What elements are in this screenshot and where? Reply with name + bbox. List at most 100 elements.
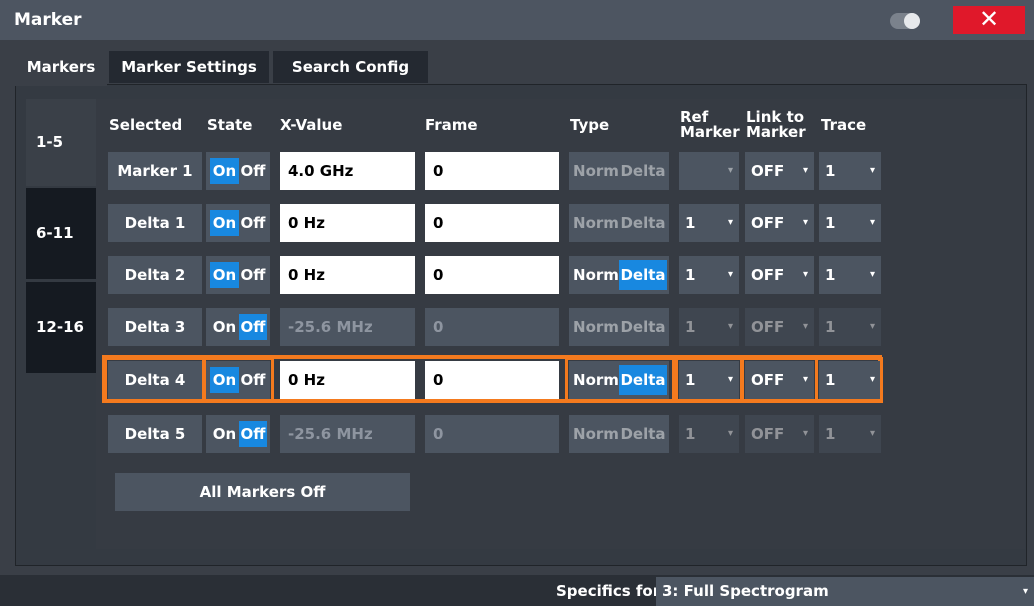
x-value-field[interactable]: 4.0 GHz — [280, 152, 415, 190]
chevron-down-icon: ▾ — [869, 428, 875, 439]
frame-field[interactable]: 0 — [425, 361, 559, 399]
type-delta: Delta — [620, 425, 666, 443]
state-on[interactable]: On — [210, 210, 239, 236]
state-on[interactable]: On — [210, 262, 239, 288]
tab-markers[interactable]: Markers — [15, 51, 107, 86]
trace-dropdown[interactable]: 1 ▾ — [819, 256, 881, 294]
type-delta[interactable]: Delta — [619, 260, 667, 290]
ref-marker-dropdown[interactable]: 1 ▾ — [679, 361, 739, 399]
state-off[interactable]: Off — [239, 367, 267, 393]
marker-select-button[interactable]: Delta 1 — [108, 204, 202, 242]
trace-dropdown[interactable]: 1 ▾ — [819, 361, 881, 399]
state-on[interactable]: On — [210, 314, 239, 340]
chevron-down-icon: ▾ — [869, 165, 875, 176]
chevron-down-icon: ▾ — [1022, 586, 1028, 597]
marker-select-button[interactable]: Delta 3 — [108, 308, 202, 346]
frame-field: 0 — [425, 308, 559, 346]
type-norm: Norm — [573, 318, 619, 336]
frame-field[interactable]: 0 — [425, 152, 559, 190]
specifics-dropdown[interactable]: 3: Full Spectrogram ▾ — [656, 577, 1034, 606]
type-delta: Delta — [620, 318, 666, 336]
link-dropdown: OFF ▾ — [745, 308, 814, 346]
chevron-down-icon: ▾ — [869, 269, 875, 280]
group-tab-1-5[interactable]: 1-5 — [26, 99, 96, 186]
tab-marker-settings[interactable]: Marker Settings — [109, 51, 269, 83]
state-toggle[interactable]: On Off — [206, 256, 270, 294]
link-dropdown[interactable]: OFF ▾ — [745, 361, 814, 399]
chevron-down-icon: ▾ — [869, 321, 875, 332]
x-value-field: -25.6 MHz — [280, 308, 415, 346]
link-dropdown[interactable]: OFF ▾ — [745, 256, 814, 294]
state-off[interactable]: Off — [239, 314, 267, 340]
x-value-field[interactable]: 0 Hz — [280, 256, 415, 294]
tab-search-config[interactable]: Search Config — [273, 51, 428, 83]
chevron-down-icon: ▾ — [727, 321, 733, 332]
state-toggle[interactable]: On Off — [206, 361, 270, 399]
all-markers-off-button[interactable]: All Markers Off — [115, 473, 410, 511]
group-tab-12-16[interactable]: 12-16 — [26, 282, 96, 373]
ref-marker-dropdown: ▾ — [679, 152, 739, 190]
header-state: State — [207, 116, 253, 134]
state-toggle[interactable]: On Off — [206, 204, 270, 242]
marker-select-button[interactable]: Delta 2 — [108, 256, 202, 294]
type-toggle: Norm Delta — [569, 152, 669, 190]
state-on[interactable]: On — [210, 367, 239, 393]
type-toggle: Norm Delta — [569, 415, 669, 453]
toggle-switch[interactable] — [890, 13, 920, 29]
type-delta[interactable]: Delta — [619, 365, 667, 395]
state-toggle[interactable]: On Off — [206, 152, 270, 190]
title-bar: Marker ✕ — [0, 0, 1034, 40]
marker-select-button[interactable]: Delta 5 — [108, 415, 202, 453]
x-value-field[interactable]: 0 Hz — [280, 361, 415, 399]
header-frame: Frame — [425, 116, 478, 134]
ref-marker-dropdown: 1 ▾ — [679, 415, 739, 453]
frame-field[interactable]: 0 — [425, 256, 559, 294]
trace-dropdown[interactable]: 1 ▾ — [819, 152, 881, 190]
chevron-down-icon: ▾ — [802, 428, 808, 439]
type-norm: Norm — [573, 425, 619, 443]
trace-dropdown: 1 ▾ — [819, 415, 881, 453]
state-on[interactable]: On — [210, 158, 239, 184]
state-off[interactable]: Off — [239, 421, 267, 447]
chevron-down-icon: ▾ — [869, 374, 875, 385]
chevron-down-icon: ▾ — [802, 321, 808, 332]
chevron-down-icon: ▾ — [727, 374, 733, 385]
link-dropdown: OFF ▾ — [745, 415, 814, 453]
chevron-down-icon: ▾ — [727, 165, 733, 176]
type-toggle: Norm Delta — [569, 308, 669, 346]
close-button[interactable]: ✕ — [953, 6, 1025, 34]
frame-field[interactable]: 0 — [425, 204, 559, 242]
state-on[interactable]: On — [210, 421, 239, 447]
ref-marker-dropdown[interactable]: 1 ▾ — [679, 256, 739, 294]
header-trace: Trace — [821, 116, 867, 134]
link-dropdown[interactable]: OFF ▾ — [745, 152, 814, 190]
trace-dropdown: 1 ▾ — [819, 308, 881, 346]
state-toggle[interactable]: On Off — [206, 308, 270, 346]
marker-select-button[interactable]: Marker 1 — [108, 152, 202, 190]
group-tab-6-11[interactable]: 6-11 — [26, 188, 96, 279]
ref-marker-dropdown[interactable]: 1 ▾ — [679, 204, 739, 242]
type-toggle: Norm Delta — [569, 204, 669, 242]
type-delta: Delta — [620, 162, 666, 180]
chevron-down-icon: ▾ — [802, 269, 808, 280]
state-off[interactable]: Off — [239, 210, 267, 236]
x-value-field[interactable]: 0 Hz — [280, 204, 415, 242]
state-off[interactable]: Off — [239, 262, 267, 288]
chevron-down-icon: ▾ — [869, 217, 875, 228]
chevron-down-icon: ▾ — [802, 165, 808, 176]
state-toggle[interactable]: On Off — [206, 415, 270, 453]
header-selected: Selected — [109, 116, 183, 134]
type-norm[interactable]: Norm — [573, 365, 619, 395]
state-off[interactable]: Off — [239, 158, 267, 184]
marker-select-button[interactable]: Delta 4 — [108, 361, 202, 399]
type-toggle[interactable]: Norm Delta — [569, 256, 669, 294]
link-dropdown[interactable]: OFF ▾ — [745, 204, 814, 242]
type-norm[interactable]: Norm — [573, 260, 619, 290]
window-title: Marker — [14, 10, 82, 30]
header-ref-marker-2: Marker — [680, 123, 740, 141]
type-toggle[interactable]: Norm Delta — [569, 361, 669, 399]
type-norm: Norm — [573, 162, 619, 180]
specifics-label: Specifics for — [556, 582, 661, 600]
trace-dropdown[interactable]: 1 ▾ — [819, 204, 881, 242]
header-x-value: X-Value — [280, 116, 343, 134]
